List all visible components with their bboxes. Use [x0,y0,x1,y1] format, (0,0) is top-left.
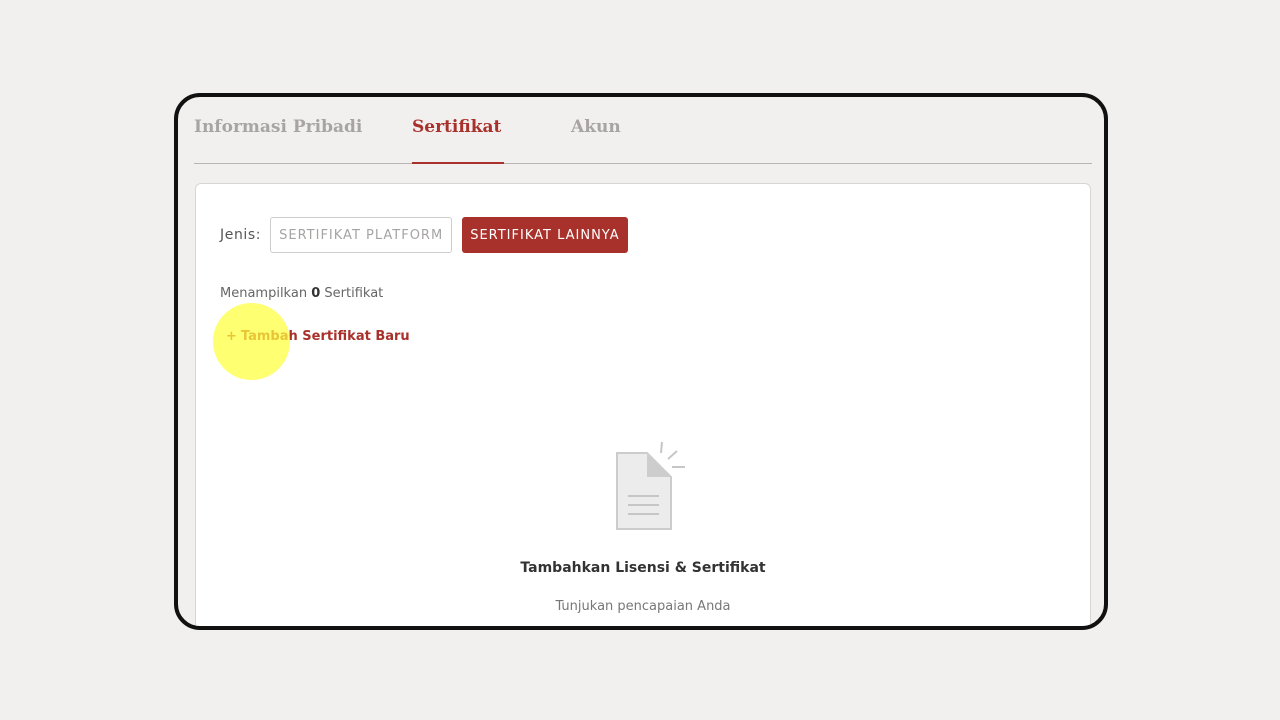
certificate-panel: Jenis: SERTIFIKAT PLATFORM SERTIFIKAT LA… [195,183,1091,626]
plus-icon: + [226,329,237,344]
filter-label: Jenis: [220,227,262,243]
add-certificate-label: Tambah Sertifikat Baru [240,329,410,344]
profile-tabs: Informasi Pribadi Sertifikat Akun [194,97,1092,164]
certificate-type-filter: Jenis: SERTIFIKAT PLATFORM SERTIFIKAT LA… [220,217,628,253]
document-icon [616,441,685,530]
other-certificate-button[interactable]: SERTIFIKAT LAINNYA [462,217,628,253]
count-value: 0 [311,286,321,301]
add-certificate-link[interactable]: + Tambah Sertifikat Baru [226,329,410,344]
count-suffix: Sertifikat [324,286,384,301]
count-prefix: Menampilkan [220,286,308,301]
tab-akun[interactable]: Akun [571,117,621,163]
platform-certificate-button[interactable]: SERTIFIKAT PLATFORM [270,217,453,253]
empty-state-subtitle: Tunjukan pencapaian Anda [555,599,731,614]
empty-state-title: Tambahkan Lisensi & Sertifikat [520,560,766,576]
certificate-count: Menampilkan 0 Sertifikat [220,286,383,301]
app-window: Informasi Pribadi Sertifikat Akun Jenis:… [174,93,1108,630]
tab-informasi-pribadi[interactable]: Informasi Pribadi [194,117,362,163]
tab-sertifikat[interactable]: Sertifikat [412,117,504,164]
